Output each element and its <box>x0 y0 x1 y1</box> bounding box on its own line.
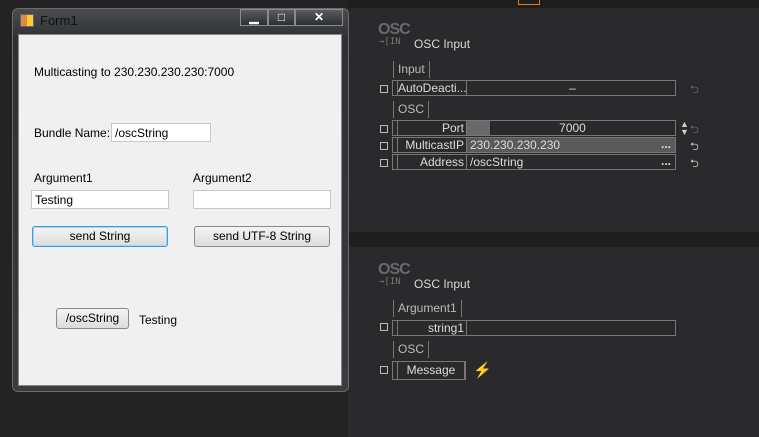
form-client-area <box>18 34 342 386</box>
pin-checkbox[interactable] <box>380 125 388 133</box>
input-arrow-icon: →[IN <box>379 277 401 287</box>
group-osc: OSC <box>393 101 430 118</box>
argument2-label: Argument2 <box>193 171 252 185</box>
active-tab-indicator[interactable] <box>518 0 540 5</box>
param-value[interactable]: 7000 <box>467 121 675 135</box>
param-name: Address <box>397 155 467 169</box>
toolbar-strip <box>348 0 759 8</box>
message-trigger[interactable]: Message <box>392 361 466 380</box>
reset-icon[interactable]: ⮌ <box>690 155 699 174</box>
param-address[interactable]: Address /oscString ... <box>392 154 676 170</box>
argument1-label: Argument1 <box>34 171 93 185</box>
param-multicastip[interactable]: MulticastIP 230.230.230.230 ... <box>392 137 676 153</box>
param-port[interactable]: Port 7000 <box>392 120 676 136</box>
group-argument1: Argument1 <box>393 300 462 317</box>
pin-checkbox[interactable] <box>380 323 388 331</box>
param-autodeactivate[interactable]: AutoDeacti... – <box>392 80 676 96</box>
pin-checkbox[interactable] <box>380 85 388 93</box>
app-icon <box>20 14 34 27</box>
group-input: Input <box>393 61 430 78</box>
param-string1[interactable]: string1 <box>392 320 676 336</box>
param-value[interactable] <box>467 321 675 335</box>
group-osc: OSC <box>393 341 430 358</box>
received-value-label: Testing <box>139 313 178 327</box>
node-title: OSC Input <box>414 37 471 51</box>
lightning-icon: ⚡ <box>473 362 492 379</box>
bundle-name-label: Bundle Name: <box>34 126 111 140</box>
input-arrow-icon: →[IN <box>379 37 401 47</box>
maximize-button[interactable]: □ <box>268 9 295 26</box>
argument2-input[interactable] <box>193 190 331 209</box>
status-label: Multicasting to 230.230.230.230:7000 <box>34 65 235 79</box>
param-name: MulticastIP <box>397 138 467 152</box>
param-value[interactable]: /oscString <box>467 155 675 169</box>
received-address-button[interactable]: /oscString <box>56 308 129 329</box>
more-button[interactable]: ... <box>661 137 671 151</box>
more-button[interactable]: ... <box>661 154 671 168</box>
param-name: Message <box>397 362 465 379</box>
param-value[interactable]: – <box>467 81 675 95</box>
param-name: string1 <box>397 321 467 335</box>
param-name: Port <box>397 121 467 135</box>
window-title: Form1 <box>40 13 78 28</box>
send-string-button[interactable]: send String <box>32 226 168 247</box>
pane-divider <box>348 232 759 247</box>
reset-icon[interactable]: ⮌ <box>690 81 699 100</box>
pin-checkbox[interactable] <box>380 142 388 150</box>
close-button[interactable]: ✕ <box>295 9 343 26</box>
argument1-input[interactable]: Testing <box>31 190 169 209</box>
minimize-button[interactable]: ▁ <box>240 9 268 26</box>
pin-checkbox[interactable] <box>380 366 388 374</box>
node-title: OSC Input <box>414 277 471 291</box>
send-utf8-string-button[interactable]: send UTF-8 String <box>194 226 330 247</box>
bundle-name-input[interactable]: /oscString <box>111 123 211 142</box>
param-name: AutoDeacti... <box>397 81 467 95</box>
param-value[interactable]: 230.230.230.230 <box>467 138 675 152</box>
pin-checkbox[interactable] <box>380 159 388 167</box>
stepper-icon[interactable]: ▲ ▼ <box>680 120 689 137</box>
